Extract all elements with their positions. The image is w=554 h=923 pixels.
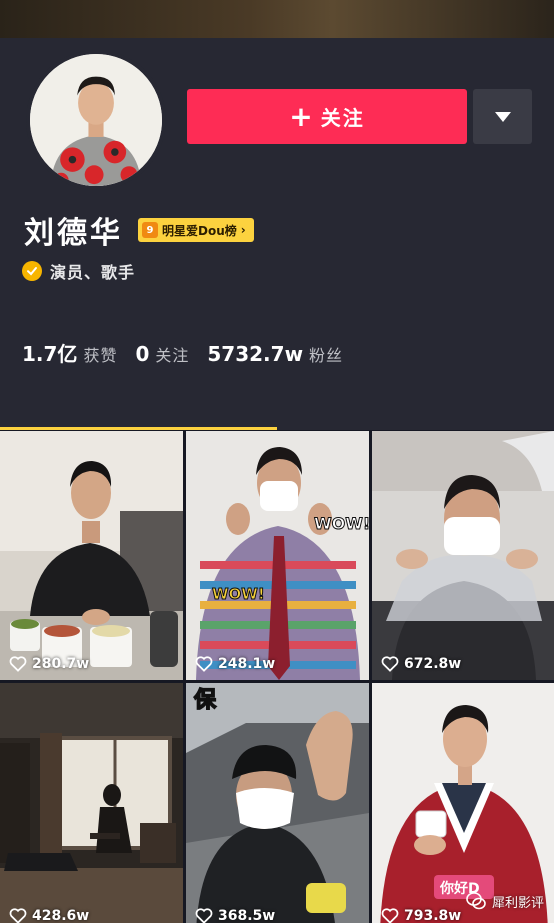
video-image-cooking xyxy=(0,431,183,680)
follow-label: 关注 xyxy=(320,106,365,130)
video-thumbnail-6[interactable]: 你好D 793.8w xyxy=(372,683,554,923)
video-image-room xyxy=(0,683,183,923)
verified-info: 演员、歌手 xyxy=(22,259,135,283)
profile-name: 刘德华 xyxy=(24,216,123,251)
profile-banner xyxy=(0,0,554,38)
stat-followers-label: 粉丝 xyxy=(309,346,344,365)
video-likes-count: 368.5w xyxy=(218,908,276,923)
stat-followers-value: 5732.7w xyxy=(207,342,304,366)
stat-likes[interactable]: 1.7亿 获赞 xyxy=(22,338,117,367)
video-grid: 280.7w WOW! WOW! 248.1w 672.8w 428.6w 保 … xyxy=(0,431,554,923)
stat-likes-value: 1.7亿 xyxy=(22,342,78,366)
heart-icon xyxy=(195,908,213,923)
wow-text-2: WOW! xyxy=(212,585,265,603)
rank-badge[interactable]: 9 明星爱Dou榜 › xyxy=(138,218,254,242)
video-likes-count: 428.6w xyxy=(32,908,90,923)
tab-active-indicator xyxy=(0,427,277,430)
plus-icon: + xyxy=(289,99,313,133)
chevron-down-icon xyxy=(494,111,511,122)
heart-icon xyxy=(9,656,27,672)
wechat-icon xyxy=(466,892,486,910)
stat-following-value: 0 xyxy=(135,342,150,366)
stat-following-label: 关注 xyxy=(155,346,190,365)
video-thumbnail-4[interactable]: 428.6w xyxy=(0,683,183,923)
wow-text-1: WOW! xyxy=(314,514,369,533)
rank-label: 明星爱Dou榜 xyxy=(162,223,237,238)
heart-icon xyxy=(381,908,399,923)
avatar[interactable] xyxy=(26,50,166,190)
car-caption-text: 保 xyxy=(193,688,217,713)
stat-following[interactable]: 0 关注 xyxy=(135,342,189,366)
verified-text: 演员、歌手 xyxy=(50,263,136,282)
heart-icon xyxy=(9,908,27,923)
watermark: 犀利影评 xyxy=(466,891,544,911)
video-likes: 368.5w xyxy=(195,908,275,923)
heart-icon xyxy=(195,656,213,672)
video-likes: 428.6w xyxy=(9,908,89,923)
stat-likes-label: 获赞 xyxy=(83,346,118,365)
video-image-sweater: WOW! WOW! xyxy=(186,431,369,680)
chevron-right-icon: › xyxy=(240,223,246,237)
video-image-red-sweater: 你好D xyxy=(372,683,554,923)
video-image-car: 保 xyxy=(186,683,369,923)
video-likes: 280.7w xyxy=(9,656,89,672)
video-thumbnail-2[interactable]: WOW! WOW! 248.1w xyxy=(186,431,369,680)
profile-header: + 关注 刘德华 9 明星爱Dou榜 › 演员、歌手 1.7亿 获赞 0 关注 … xyxy=(0,38,554,454)
verified-check-icon xyxy=(22,261,42,281)
video-likes-count: 672.8w xyxy=(404,656,462,672)
video-likes: 793.8w xyxy=(381,908,461,923)
rank-number: 9 xyxy=(142,222,158,238)
watermark-text: 犀利影评 xyxy=(491,895,544,911)
follow-button[interactable]: + 关注 xyxy=(187,89,467,144)
video-image-haircut xyxy=(372,431,554,680)
video-likes-count: 280.7w xyxy=(32,656,90,672)
heart-icon xyxy=(381,656,399,672)
stat-followers[interactable]: 5732.7w 粉丝 xyxy=(207,342,343,366)
video-likes-count: 793.8w xyxy=(404,908,462,923)
video-thumbnail-3[interactable]: 672.8w xyxy=(372,431,554,680)
video-likes-count: 248.1w xyxy=(218,656,276,672)
video-likes: 672.8w xyxy=(381,656,461,672)
video-thumbnail-5[interactable]: 保 368.5w xyxy=(186,683,369,923)
video-likes: 248.1w xyxy=(195,656,275,672)
video-thumbnail-1[interactable]: 280.7w xyxy=(0,431,183,680)
avatar-image xyxy=(30,54,162,186)
more-options-button[interactable] xyxy=(473,89,532,144)
stats-row: 1.7亿 获赞 0 关注 5732.7w 粉丝 xyxy=(22,338,361,367)
